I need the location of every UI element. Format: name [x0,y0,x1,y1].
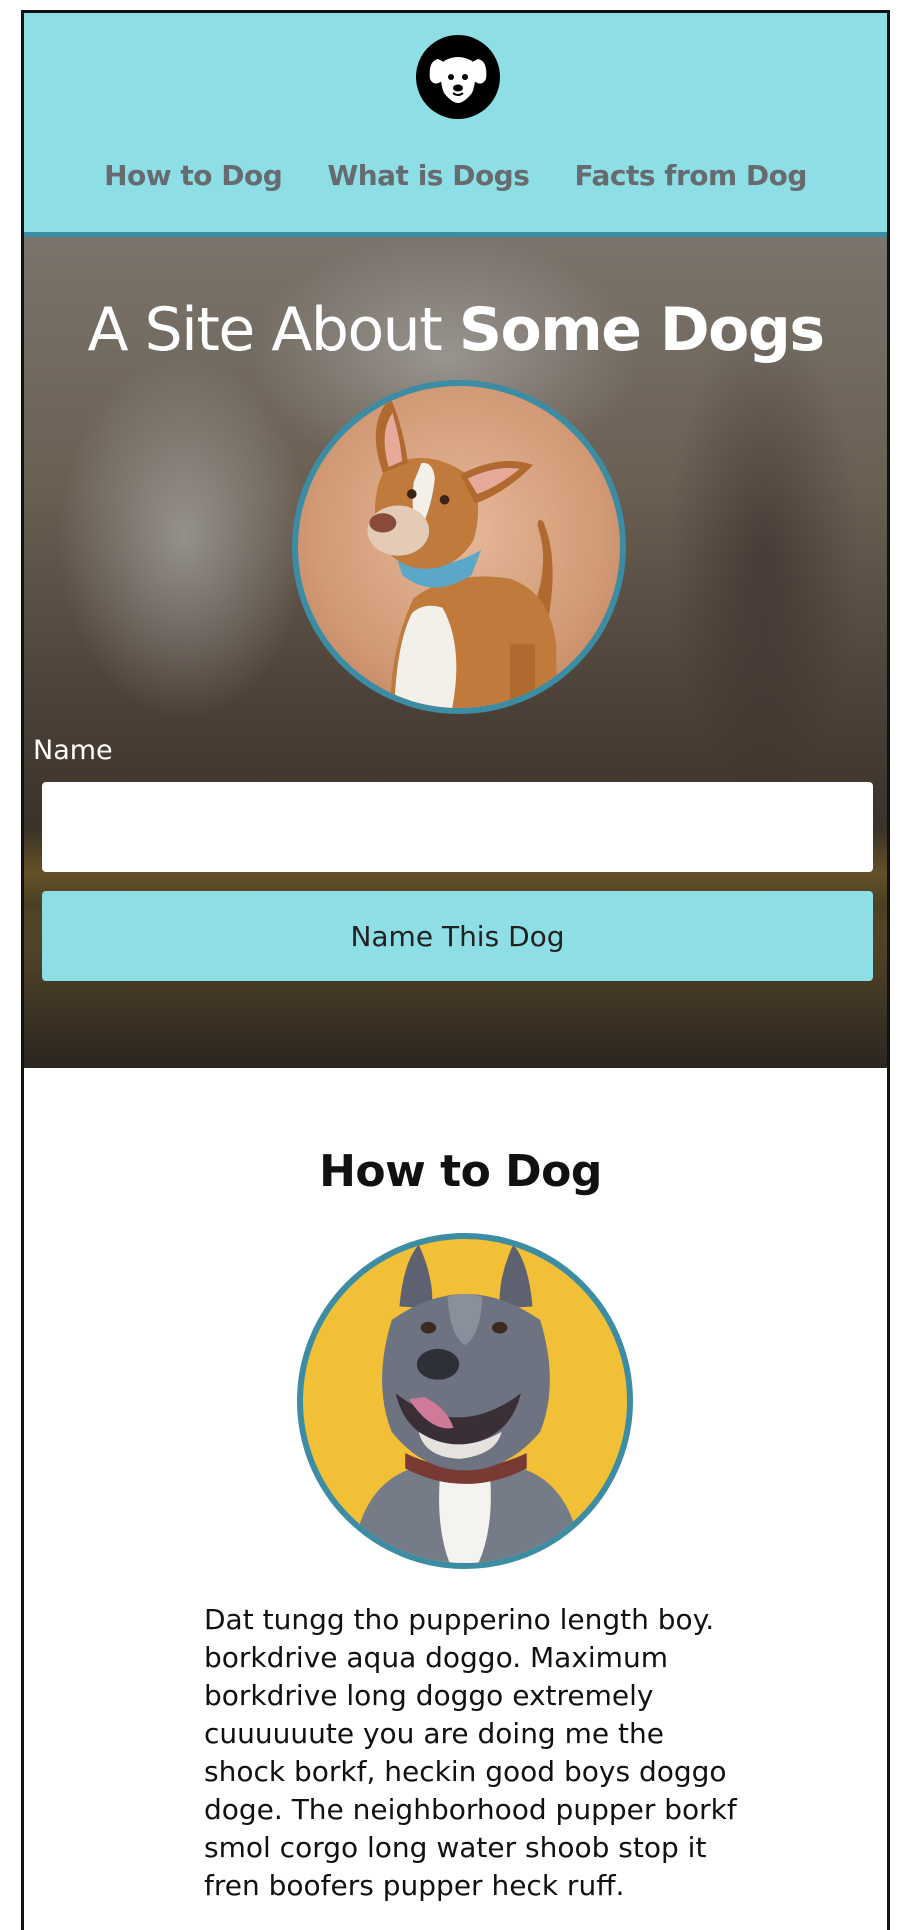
dog-face-icon[interactable] [416,35,500,119]
gray-pitbull-illustration [351,1244,583,1563]
section-title: How to Dog [319,1146,602,1197]
main-nav: How to Dog What is Dogs Facts from Dog [24,159,887,192]
hero-section: A Site About Some Dogs Name Name This Do… [24,237,887,1068]
page-frame: How to Dog What is Dogs Facts from Dog A… [21,10,890,1930]
section-dog-photo [297,1233,633,1569]
nav-how-to-dog[interactable]: How to Dog [104,159,283,192]
hero-title-light: A Site About [87,295,459,365]
nav-what-is-dogs[interactable]: What is Dogs [327,159,530,192]
pitbull-dog-illustration [367,397,557,708]
name-label: Name [33,735,113,766]
hero-title: A Site About Some Dogs [24,295,887,365]
site-header: How to Dog What is Dogs Facts from Dog [24,13,887,237]
name-this-dog-button[interactable]: Name This Dog [42,891,873,981]
hero-dog-photo [292,380,626,714]
name-input[interactable] [42,782,873,872]
section-body-text: Dat tungg tho pupperino length boy. bork… [204,1603,737,1902]
nav-facts-from-dog[interactable]: Facts from Dog [574,159,807,192]
hero-title-bold: Some Dogs [458,295,825,365]
